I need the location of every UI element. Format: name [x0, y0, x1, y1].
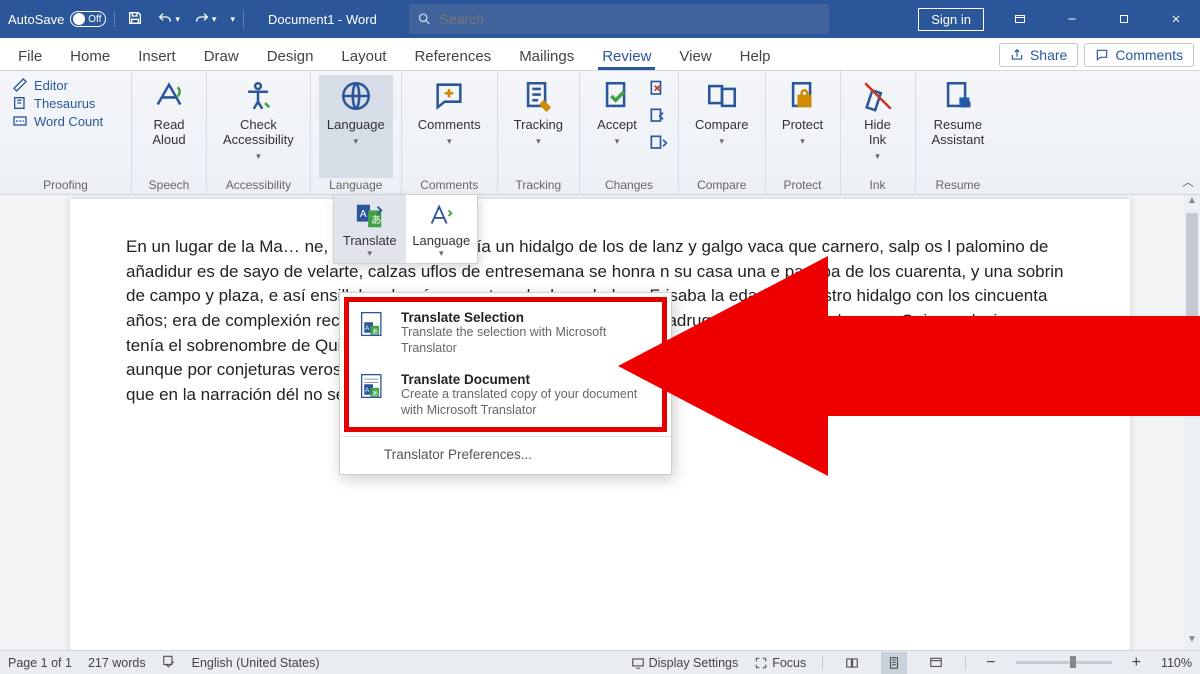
- autosave-toggle[interactable]: AutoSave Off: [8, 11, 115, 27]
- ribbon-display-icon[interactable]: [996, 0, 1044, 38]
- annotation-arrow-icon: [618, 256, 1200, 476]
- comment-icon: [432, 79, 466, 113]
- menu-bar: File Home Insert Draw Design Layout Refe…: [0, 38, 1200, 71]
- tab-design[interactable]: Design: [253, 42, 328, 70]
- autosave-label: AutoSave: [8, 12, 64, 27]
- resume-icon: in: [941, 79, 975, 113]
- compare-icon: [705, 79, 739, 113]
- tab-mailings[interactable]: Mailings: [505, 42, 588, 70]
- group-label-comments: Comments: [402, 178, 497, 192]
- spellcheck-icon[interactable]: [162, 654, 176, 671]
- translate-selection-desc: Translate the selection with Microsoft T…: [401, 325, 652, 356]
- translate-document-icon: Aあ: [359, 372, 389, 418]
- save-icon[interactable]: [127, 10, 143, 29]
- group-label-speech: Speech: [132, 178, 206, 192]
- share-button[interactable]: Share: [999, 43, 1078, 67]
- translate-document-desc: Create a translated copy of your documen…: [401, 387, 652, 418]
- zoom-level[interactable]: 110%: [1161, 656, 1192, 670]
- svg-text:あ: あ: [371, 215, 381, 227]
- ribbon: Editor Thesaurus Word Count Proofing Rea…: [0, 71, 1200, 195]
- tab-home[interactable]: Home: [56, 42, 124, 70]
- thesaurus-button[interactable]: Thesaurus: [12, 95, 103, 111]
- group-label-compare: Compare: [679, 178, 764, 192]
- group-label-language: Language: [311, 178, 401, 192]
- group-label-proofing: Proofing: [0, 178, 131, 192]
- translate-selection-icon: Aあ: [359, 310, 389, 356]
- submenu-language[interactable]: Language▾: [406, 195, 478, 263]
- group-label-accessibility: Accessibility: [207, 178, 310, 192]
- focus-button[interactable]: Focus: [754, 656, 806, 670]
- search-box[interactable]: [409, 4, 829, 34]
- next-change-icon[interactable]: [648, 133, 668, 158]
- tab-insert[interactable]: Insert: [124, 42, 190, 70]
- group-label-tracking: Tracking: [498, 178, 579, 192]
- tab-review[interactable]: Review: [588, 42, 665, 70]
- redo-icon[interactable]: ▾: [194, 11, 217, 27]
- protect-button[interactable]: Protect▾: [774, 75, 832, 178]
- accept-button[interactable]: Accept▾: [588, 75, 646, 178]
- collapse-ribbon-icon[interactable]: ︿: [1182, 173, 1194, 190]
- check-accessibility-button[interactable]: Check Accessibility▾: [215, 75, 302, 178]
- display-settings-button[interactable]: Display Settings: [631, 656, 739, 670]
- language-icon: [339, 79, 373, 113]
- editor-button[interactable]: Editor: [12, 77, 103, 93]
- tab-help[interactable]: Help: [726, 42, 785, 70]
- ink-icon: [861, 79, 895, 113]
- protect-icon: [786, 79, 820, 113]
- tab-file[interactable]: File: [4, 42, 56, 70]
- tab-layout[interactable]: Layout: [327, 42, 400, 70]
- compare-button[interactable]: Compare▾: [687, 75, 756, 178]
- reject-icon[interactable]: [648, 79, 668, 104]
- svg-text:in: in: [962, 98, 970, 108]
- accept-icon: [600, 79, 634, 113]
- read-aloud-button[interactable]: Read Aloud: [140, 75, 198, 178]
- tab-view[interactable]: View: [665, 42, 725, 70]
- status-bar: Page 1 of 1 217 words English (United St…: [0, 650, 1200, 674]
- translate-selection-title: Translate Selection: [401, 310, 652, 325]
- group-label-resume: Resume: [916, 178, 1001, 192]
- submenu-translate[interactable]: Aあ Translate▾: [334, 195, 406, 263]
- web-layout-icon[interactable]: [923, 652, 949, 674]
- svg-text:A: A: [359, 209, 366, 220]
- tab-draw[interactable]: Draw: [190, 42, 253, 70]
- wordcount-button[interactable]: Word Count: [12, 113, 103, 129]
- maximize-icon[interactable]: [1100, 0, 1148, 38]
- tracking-icon: [521, 79, 555, 113]
- group-label-ink: Ink: [841, 178, 915, 192]
- read-mode-icon[interactable]: [839, 652, 865, 674]
- svg-text:あ: あ: [372, 391, 378, 398]
- zoom-slider[interactable]: [1016, 661, 1112, 664]
- tab-references[interactable]: References: [400, 42, 505, 70]
- sign-in-button[interactable]: Sign in: [918, 8, 984, 31]
- accessibility-icon: [241, 79, 275, 113]
- prev-change-icon[interactable]: [648, 106, 668, 131]
- read-aloud-icon: [152, 79, 186, 113]
- menu-translate-selection[interactable]: Aあ Translate Selection Translate the sel…: [349, 302, 662, 364]
- group-label-protect: Protect: [766, 178, 840, 192]
- undo-icon[interactable]: ▾: [157, 11, 180, 27]
- status-words[interactable]: 217 words: [88, 656, 146, 670]
- language-submenu: Aあ Translate▾ Language▾: [333, 194, 478, 264]
- title-bar: AutoSave Off ▾ ▾ ▾ Document1 - Word Sign…: [0, 0, 1200, 38]
- close-icon[interactable]: [1152, 0, 1200, 38]
- zoom-out-button[interactable]: −: [982, 654, 999, 672]
- svg-text:あ: あ: [372, 329, 378, 336]
- zoom-in-button[interactable]: +: [1128, 654, 1145, 672]
- minimize-icon[interactable]: [1048, 0, 1096, 38]
- language-button[interactable]: Language▾: [319, 75, 393, 178]
- tracking-button[interactable]: Tracking▾: [506, 75, 571, 178]
- comments-ribbon-button[interactable]: Comments▾: [410, 75, 489, 178]
- group-label-changes: Changes: [580, 178, 678, 192]
- status-page[interactable]: Page 1 of 1: [8, 656, 72, 670]
- comments-button[interactable]: Comments: [1084, 43, 1194, 67]
- resume-assistant-button[interactable]: in Resume Assistant: [924, 75, 993, 178]
- search-input[interactable]: [440, 11, 829, 27]
- menu-translate-document[interactable]: Aあ Translate Document Create a translate…: [349, 364, 662, 426]
- document-title: Document1 - Word: [248, 12, 397, 27]
- print-layout-icon[interactable]: [881, 652, 907, 674]
- translate-document-title: Translate Document: [401, 372, 652, 387]
- status-language[interactable]: English (United States): [192, 656, 320, 670]
- hide-ink-button[interactable]: Hide Ink▾: [849, 75, 907, 178]
